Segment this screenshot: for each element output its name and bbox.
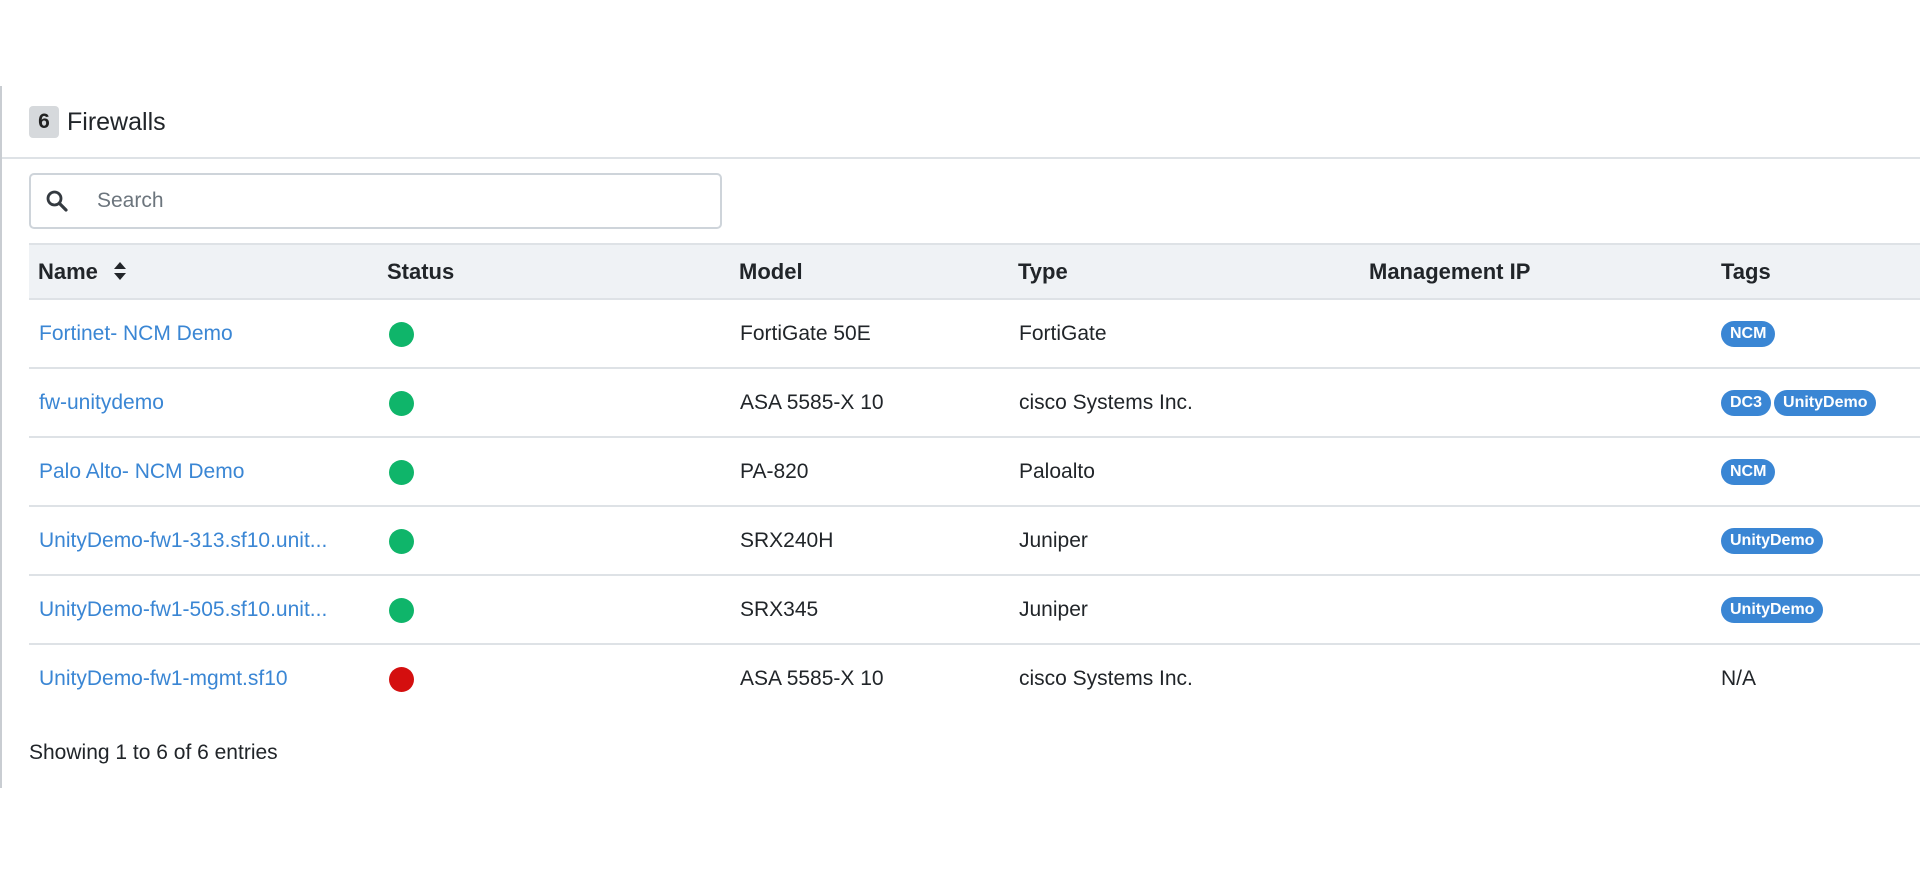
- table-row: Palo Alto- NCM Demo PA-820 Paloalto NCM: [29, 438, 1920, 507]
- tag-badge[interactable]: UnityDemo: [1721, 528, 1824, 554]
- tags-cell: DC3 UnityDemo: [1721, 390, 1877, 416]
- table-row: UnityDemo-fw1-313.sf10.unit... SRX240H Jun…: [29, 507, 1920, 576]
- tags-empty: N/A: [1721, 667, 1757, 690]
- firewall-name-link[interactable]: UnityDemo-fw1-313.sf10.unit...: [39, 507, 327, 574]
- firewall-name-link[interactable]: UnityDemo-fw1-505.sf10.unit...: [39, 576, 327, 643]
- column-header-tags[interactable]: Tags: [1721, 245, 1771, 298]
- firewall-name-link[interactable]: UnityDemo-fw1-mgmt.sf10: [39, 645, 288, 712]
- search-input[interactable]: [97, 185, 697, 217]
- column-header-management-ip[interactable]: Management IP: [1369, 245, 1530, 298]
- table-row: UnityDemo-fw1-505.sf10.unit... SRX345 Juni…: [29, 576, 1920, 645]
- search-icon: [46, 190, 68, 212]
- model-cell: SRX240H: [740, 529, 834, 552]
- table-row: fw-unitydemo ASA 5585-X 10 cisco Systems I…: [29, 369, 1920, 438]
- search-box[interactable]: [29, 173, 722, 229]
- column-header-type[interactable]: Type: [1018, 245, 1068, 298]
- tag-badge[interactable]: NCM: [1721, 459, 1776, 485]
- model-cell: FortiGate 50E: [740, 322, 871, 345]
- tags-cell: NCM: [1721, 321, 1776, 347]
- panel-title: Firewalls: [67, 108, 166, 136]
- firewall-name-link[interactable]: fw-unitydemo: [39, 369, 164, 436]
- status-up-icon: [389, 460, 414, 485]
- firewall-name-link[interactable]: Fortinet- NCM Demo: [39, 300, 233, 367]
- column-header-name-label: Name: [38, 259, 98, 284]
- model-cell: SRX345: [740, 598, 819, 621]
- status-up-icon: [389, 391, 414, 416]
- type-cell: cisco Systems Inc.: [1019, 667, 1193, 690]
- model-cell: ASA 5585-X 10: [740, 667, 884, 690]
- tags-cell: NCM: [1721, 459, 1776, 485]
- model-cell: ASA 5585-X 10: [740, 391, 884, 414]
- table-row: Fortinet- NCM Demo FortiGate 50E FortiGate…: [29, 300, 1920, 369]
- column-header-status[interactable]: Status: [387, 245, 454, 298]
- tags-cell: UnityDemo: [1721, 528, 1824, 554]
- status-up-icon: [389, 322, 414, 347]
- type-cell: FortiGate: [1019, 322, 1107, 345]
- count-badge: 6: [29, 106, 59, 138]
- table-row: UnityDemo-fw1-mgmt.sf10 ASA 5585-X 10 cisc…: [29, 645, 1920, 714]
- status-up-icon: [389, 529, 414, 554]
- tag-badge[interactable]: UnityDemo: [1774, 390, 1877, 416]
- tag-badge[interactable]: NCM: [1721, 321, 1776, 347]
- firewall-name-link[interactable]: Palo Alto- NCM Demo: [39, 438, 244, 505]
- model-cell: PA-820: [740, 460, 809, 483]
- column-header-name[interactable]: Name: [38, 245, 98, 298]
- type-cell: Paloalto: [1019, 460, 1095, 483]
- type-cell: Juniper: [1019, 598, 1088, 621]
- tags-cell: UnityDemo: [1721, 597, 1824, 623]
- table-info: Showing 1 to 6 of 6 entries: [29, 741, 278, 764]
- sort-icon[interactable]: [113, 260, 127, 282]
- status-up-icon: [389, 598, 414, 623]
- column-header-model[interactable]: Model: [739, 245, 803, 298]
- type-cell: Juniper: [1019, 529, 1088, 552]
- firewalls-panel: 6 Firewalls Name Status Model Type Manag…: [0, 86, 1920, 788]
- table-header: Name Status Model Type Management IP Tag…: [29, 243, 1920, 300]
- type-cell: cisco Systems Inc.: [1019, 391, 1193, 414]
- panel-header: 6 Firewalls: [2, 86, 1920, 159]
- tag-badge[interactable]: DC3: [1721, 390, 1772, 416]
- status-down-icon: [389, 667, 414, 692]
- tag-badge[interactable]: UnityDemo: [1721, 597, 1824, 623]
